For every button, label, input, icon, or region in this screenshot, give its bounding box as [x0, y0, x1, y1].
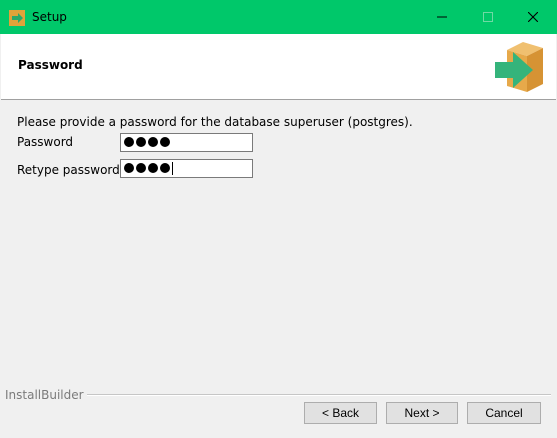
next-button[interactable]: Next >	[386, 402, 458, 424]
back-button[interactable]: < Back	[304, 402, 377, 424]
box-arrow-icon	[495, 42, 543, 92]
minimize-icon	[437, 16, 447, 18]
setup-window: Setup Password Please provide a password…	[0, 0, 557, 438]
page-title: Password	[18, 58, 83, 72]
description-text: Please provide a password for the databa…	[17, 115, 413, 129]
footer-divider	[80, 394, 551, 396]
close-icon	[528, 12, 538, 22]
content-area: Please provide a password for the databa…	[0, 100, 557, 390]
password-label: Password	[17, 135, 74, 149]
retype-password-label: Retype password	[17, 163, 120, 177]
password-input[interactable]	[120, 133, 253, 152]
title-bar[interactable]: Setup	[0, 0, 557, 34]
window-title: Setup	[32, 10, 67, 24]
password-mask	[124, 137, 170, 147]
maximize-button[interactable]	[465, 0, 511, 34]
cancel-button[interactable]: Cancel	[467, 402, 541, 424]
installbuilder-label: InstallBuilder	[5, 388, 87, 402]
maximize-icon	[483, 12, 493, 22]
installer-arrow-icon	[9, 10, 25, 26]
minimize-button[interactable]	[419, 0, 465, 34]
close-button[interactable]	[510, 0, 556, 34]
header-panel: Password	[1, 34, 556, 100]
retype-password-input[interactable]	[120, 159, 253, 178]
text-caret	[172, 162, 173, 175]
retype-password-mask	[124, 163, 170, 173]
